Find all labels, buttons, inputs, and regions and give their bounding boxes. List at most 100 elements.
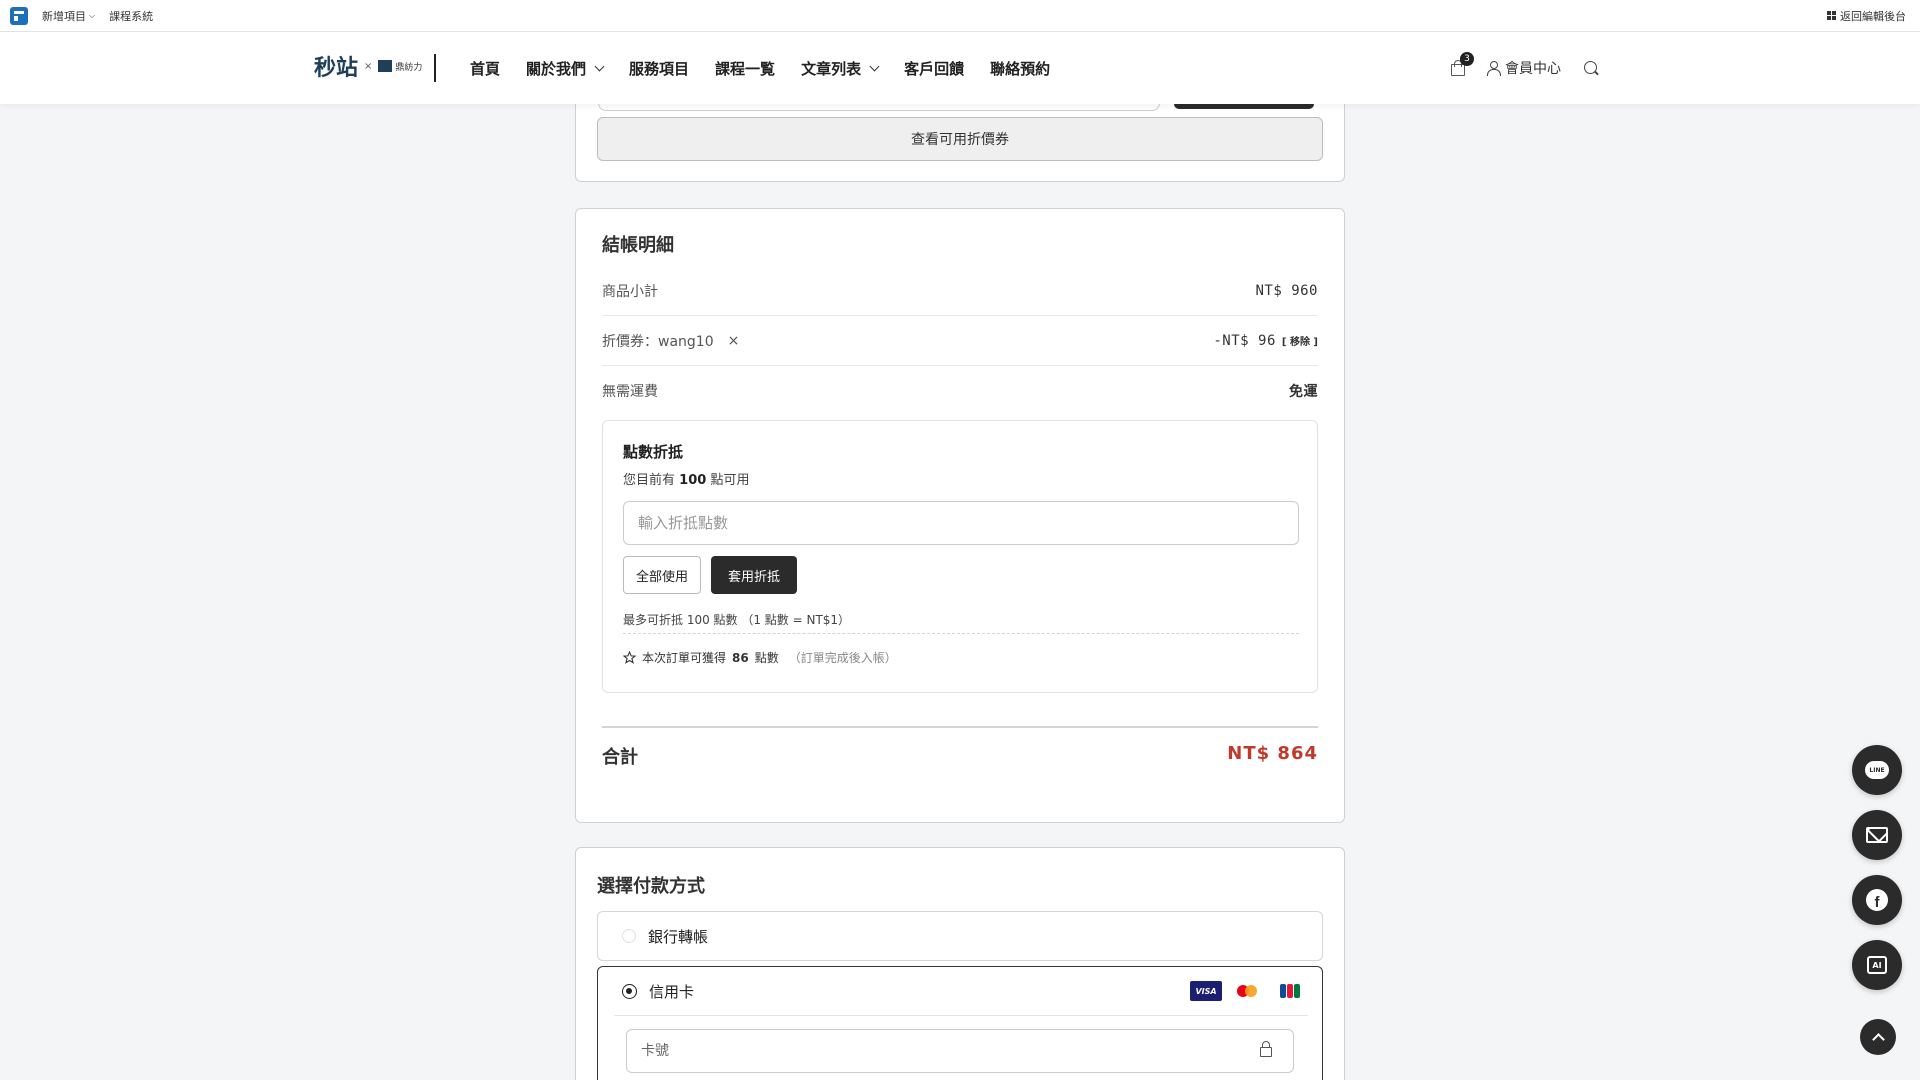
nav-about[interactable]: 關於我們 xyxy=(526,58,605,79)
brand-divider xyxy=(434,54,436,82)
nav-services[interactable]: 服務項目 xyxy=(629,58,689,79)
chevron-up-icon xyxy=(1871,1033,1885,1046)
course-system-link[interactable]: 課程系統 xyxy=(109,8,153,24)
points-earn-prefix: 本次訂單可獲得 xyxy=(642,651,727,665)
coupon-row: 折價券：wang10 × -NT$ 96 [ 移除 ] xyxy=(602,316,1318,366)
points-available-amount: 100 xyxy=(679,473,707,488)
card-brand-logos: VISA xyxy=(1190,981,1306,1001)
brand-logo[interactable]: 秒站 × 鼎紡力 xyxy=(314,50,422,82)
summary-title: 結帳明細 xyxy=(602,235,674,256)
ai-assistant-button[interactable]: AI xyxy=(1852,940,1902,990)
course-system-label: 課程系統 xyxy=(109,9,154,23)
member-center-link[interactable]: 會員中心 xyxy=(1486,58,1561,78)
nav-about-label: 關於我們 xyxy=(526,59,587,78)
points-available-prefix: 您目前有 xyxy=(623,473,676,488)
line-icon: LINE xyxy=(1865,761,1889,779)
back-to-admin-link[interactable]: 返回編輯後台 xyxy=(1827,8,1906,24)
facebook-button[interactable]: f xyxy=(1852,875,1902,925)
points-earn-note: （訂單完成後入帳） xyxy=(788,651,897,665)
bank-transfer-label: 銀行轉帳 xyxy=(648,927,709,946)
apply-points-button[interactable]: 套用折抵 xyxy=(711,556,797,594)
points-input[interactable] xyxy=(623,501,1299,545)
subtotal-value: NT$ 960 xyxy=(1255,282,1318,299)
header-tools: 3 會員中心 xyxy=(1450,32,1599,104)
new-item-label: 新增項目 xyxy=(42,9,86,23)
site-header: 秒站 × 鼎紡力 首頁 關於我們 服務項目 課程一覧 文章列表 客戶回饋 聯絡預… xyxy=(0,32,1920,104)
points-earn-suffix: 點數 xyxy=(754,651,779,665)
bank-transfer-option[interactable]: 銀行轉帳 xyxy=(597,911,1323,961)
nav-contact-label: 聯絡預約 xyxy=(990,59,1051,78)
mail-icon xyxy=(1866,827,1888,843)
brand-x: × xyxy=(364,60,373,72)
payment-method-card: 選擇付款方式 銀行轉帳 信用卡 VISA xyxy=(575,847,1345,1080)
points-redemption-box: 點數折抵 您目前有 100 點可用 全部使用 套用折抵 最多可折抵 100 點數… xyxy=(602,420,1318,693)
new-item-menu[interactable]: 新增項目 ⌵ xyxy=(42,8,95,24)
grid-icon xyxy=(1827,11,1836,20)
nav-articles[interactable]: 文章列表 xyxy=(801,58,880,79)
coupon-label: 折價券：wang10 xyxy=(602,333,714,350)
points-max-text: 最多可折抵 100 點數 （1 點數 = NT$1） xyxy=(623,613,851,627)
nav-home[interactable]: 首頁 xyxy=(470,58,500,79)
total-label: 合計 xyxy=(602,747,638,768)
nav-feedback-label: 客戶回饋 xyxy=(904,59,965,78)
total-value: NT$ 864 xyxy=(1227,743,1318,764)
scroll-to-top-button[interactable] xyxy=(1860,1019,1896,1055)
coupon-value: -NT$ 96 xyxy=(1213,332,1276,349)
cart-icon[interactable]: 3 xyxy=(1450,52,1474,76)
search-icon[interactable] xyxy=(1583,60,1599,76)
points-earn-amount: 86 xyxy=(732,650,749,665)
nav-feedback[interactable]: 客戶回饋 xyxy=(904,58,964,79)
use-all-points-button[interactable]: 全部使用 xyxy=(623,556,701,594)
credit-card-label: 信用卡 xyxy=(649,982,695,1001)
lock-icon xyxy=(1260,1041,1272,1057)
user-icon xyxy=(1486,61,1501,76)
subtotal-row: 商品小計 NT$ 960 xyxy=(602,266,1318,316)
line-chat-button[interactable]: LINE xyxy=(1852,745,1902,795)
credit-card-option: 信用卡 VISA xyxy=(597,966,1323,1080)
card-number-input[interactable] xyxy=(626,1029,1294,1073)
view-coupons-button[interactable]: 查看可用折價券 xyxy=(597,117,1323,161)
shipping-row: 無需運費 免運 xyxy=(602,366,1318,416)
chevron-down-icon xyxy=(594,61,605,71)
brand-sub-mark xyxy=(378,60,393,72)
remove-coupon-link[interactable]: [ 移除 ] xyxy=(1282,333,1318,348)
main-nav: 首頁 關於我們 服務項目 課程一覧 文章列表 客戶回饋 聯絡預約 xyxy=(470,32,1050,104)
nav-courses[interactable]: 課程一覧 xyxy=(715,58,775,79)
checkout-summary-card: 結帳明細 商品小計 NT$ 960 折價券：wang10 × -NT$ 96 [… xyxy=(575,208,1345,823)
nav-courses-label: 課程一覧 xyxy=(715,59,776,78)
site-logo-icon[interactable] xyxy=(10,6,28,25)
chevron-down-icon xyxy=(869,61,880,71)
jcb-icon xyxy=(1274,981,1306,1001)
remove-coupon-x-icon[interactable]: × xyxy=(728,333,740,349)
points-available-suffix: 點可用 xyxy=(710,473,750,488)
nav-services-label: 服務項目 xyxy=(629,59,690,78)
visa-icon: VISA xyxy=(1190,981,1222,1001)
star-icon xyxy=(623,651,636,664)
cart-count-badge: 3 xyxy=(1460,52,1474,66)
credit-card-radio[interactable] xyxy=(622,983,637,999)
total-divider xyxy=(602,726,1318,728)
points-earn-info: 本次訂單可獲得 86 點數 （訂單完成後入帳） xyxy=(623,649,897,666)
bank-transfer-radio[interactable] xyxy=(622,929,636,943)
subtotal-label: 商品小計 xyxy=(602,283,658,300)
nav-home-label: 首頁 xyxy=(470,59,501,78)
nav-articles-label: 文章列表 xyxy=(801,59,862,78)
credit-card-divider xyxy=(614,1015,1308,1016)
payment-title: 選擇付款方式 xyxy=(597,876,705,897)
nav-contact[interactable]: 聯絡預約 xyxy=(990,58,1050,79)
mastercard-icon xyxy=(1232,981,1264,1001)
credit-card-header[interactable]: 信用卡 VISA xyxy=(598,967,1322,1015)
brand-sub-label: 鼎紡力 xyxy=(395,62,423,73)
points-title: 點數折抵 xyxy=(623,443,684,461)
points-divider xyxy=(623,633,1299,634)
shipping-label: 無需運費 xyxy=(602,384,658,400)
chevron-down-icon: ⌵ xyxy=(89,10,96,20)
member-center-label: 會員中心 xyxy=(1505,61,1561,77)
shipping-value: 免運 xyxy=(1289,384,1318,400)
brand-sub: 鼎紡力 xyxy=(378,60,422,73)
ai-icon: AI xyxy=(1867,956,1887,974)
back-to-admin-label: 返回編輯後台 xyxy=(1840,9,1906,23)
email-button[interactable] xyxy=(1852,810,1902,860)
points-available: 您目前有 100 點可用 xyxy=(623,469,749,488)
brand-main: 秒站 xyxy=(314,55,359,81)
